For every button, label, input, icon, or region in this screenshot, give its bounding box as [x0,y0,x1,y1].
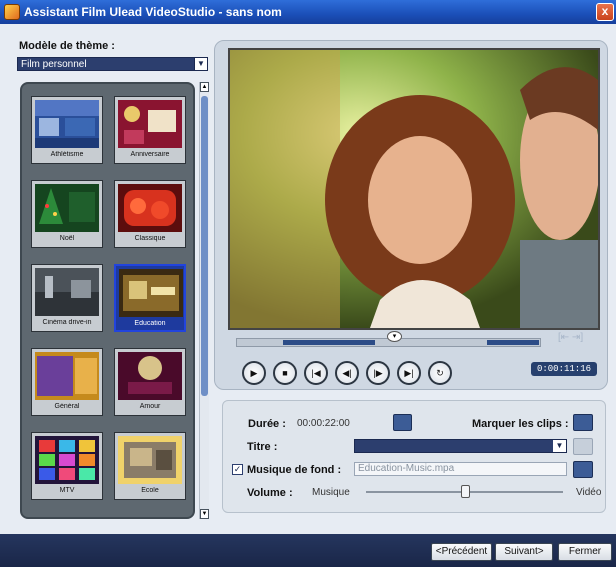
volume-label: Volume : [247,487,293,499]
thumb-caption: Cinéma drive-in [42,319,92,326]
mark-in-out-buttons[interactable]: [⇤ ⇥] [558,332,596,348]
love-thumbnail [118,352,182,400]
previous-frame-button[interactable]: ◀| [335,361,359,385]
thumb-caption: Amour [139,403,161,410]
theme-thumb-anniversaire[interactable]: Anniversaire [114,96,186,164]
previous-button[interactable]: <Précédent [431,543,492,561]
thumb-caption: Anniversaire [130,151,170,158]
go-to-end-button[interactable]: ▶| [397,361,421,385]
theme-thumb-ecole[interactable]: Ecole [114,432,186,500]
theme-thumb-mtv[interactable]: MTV [31,432,103,500]
playhead-handle[interactable]: ▾ [387,331,402,342]
thumb-caption: Noël [59,235,75,242]
duration-value: 00:00:22:00 [297,418,350,429]
app-icon [4,4,20,20]
scroll-up-icon[interactable]: ▲ [200,82,209,92]
clip-segment [487,340,539,345]
play-button[interactable]: ▶ [242,361,266,385]
music-browse-icon[interactable] [573,461,593,478]
theme-thumb-noel[interactable]: Noël [31,180,103,248]
school-thumbnail [118,436,182,484]
volume-video-label: Vidéo [576,487,602,498]
classic-thumbnail [118,184,182,232]
title-bar: Assistant Film Ulead VideoStudio - sans … [0,0,616,24]
mark-clips-icon[interactable] [573,414,593,431]
mtv-thumbnail [35,436,99,484]
thumb-caption: MTV [59,487,75,494]
volume-music-label: Musique [312,487,350,498]
chevron-down-icon[interactable]: ▼ [553,440,566,452]
scroll-down-icon[interactable]: ▼ [200,509,209,519]
next-button[interactable]: Suivant> [495,543,553,561]
title-dropdown[interactable]: ▼ [354,439,567,453]
theme-thumb-cinema[interactable]: Cinéma drive-in [31,264,103,332]
theme-thumb-athletisme[interactable]: Athlétisme [31,96,103,164]
gallery-scrollbar[interactable]: ▲ ▼ [199,82,209,519]
theme-thumb-general[interactable]: Général [31,348,103,416]
theme-gallery: Athlétisme Anniversaire Noël Classique C… [20,82,195,519]
birthday-thumbnail [118,100,182,148]
duration-label: Durée : [248,418,286,430]
athletics-thumbnail [35,100,99,148]
theme-dropdown[interactable]: Film personnel ▼ [17,57,208,71]
general-thumbnail [35,352,99,400]
title-edit-icon [573,438,593,455]
chevron-down-icon[interactable]: ▼ [194,58,207,70]
mark-clips-label: Marquer les clips : [472,418,569,430]
thumb-caption: Athlétisme [50,151,84,158]
background-music-field[interactable]: Education-Music.mpa [354,462,567,476]
education-thumbnail [119,269,183,317]
theme-thumb-amour[interactable]: Amour [114,348,186,416]
video-frame-image [230,50,598,328]
thumb-caption: Education [134,320,166,327]
scroll-thumb[interactable] [201,96,208,396]
theme-thumb-classique[interactable]: Classique [114,180,186,248]
close-icon[interactable]: x [596,3,614,21]
christmas-thumbnail [35,184,99,232]
drive-in-thumbnail [35,268,99,316]
close-button[interactable]: Fermer [558,543,612,561]
duration-settings-icon[interactable] [393,414,412,431]
theme-label: Modèle de thème : [19,40,115,52]
theme-thumb-education[interactable]: Education [114,264,186,332]
title-label: Titre : [247,441,278,453]
stop-button[interactable]: ■ [273,361,297,385]
thumb-caption: Ecole [141,487,159,494]
background-music-checkbox[interactable]: ✓ [232,464,243,475]
background-music-label: Musique de fond : [247,464,342,476]
clip-segment [283,340,375,345]
timecode-display[interactable]: 0:00:11:16 [531,362,597,376]
volume-slider-knob[interactable] [460,485,470,498]
thumb-caption: Classique [134,235,166,242]
window-title: Assistant Film Ulead VideoStudio - sans … [24,5,282,19]
thumb-caption: Général [54,403,80,410]
go-to-start-button[interactable]: |◀ [304,361,328,385]
theme-selected: Film personnel [21,59,87,70]
loop-button[interactable]: ↻ [428,361,452,385]
next-frame-button[interactable]: |▶ [366,361,390,385]
video-preview [228,48,600,330]
